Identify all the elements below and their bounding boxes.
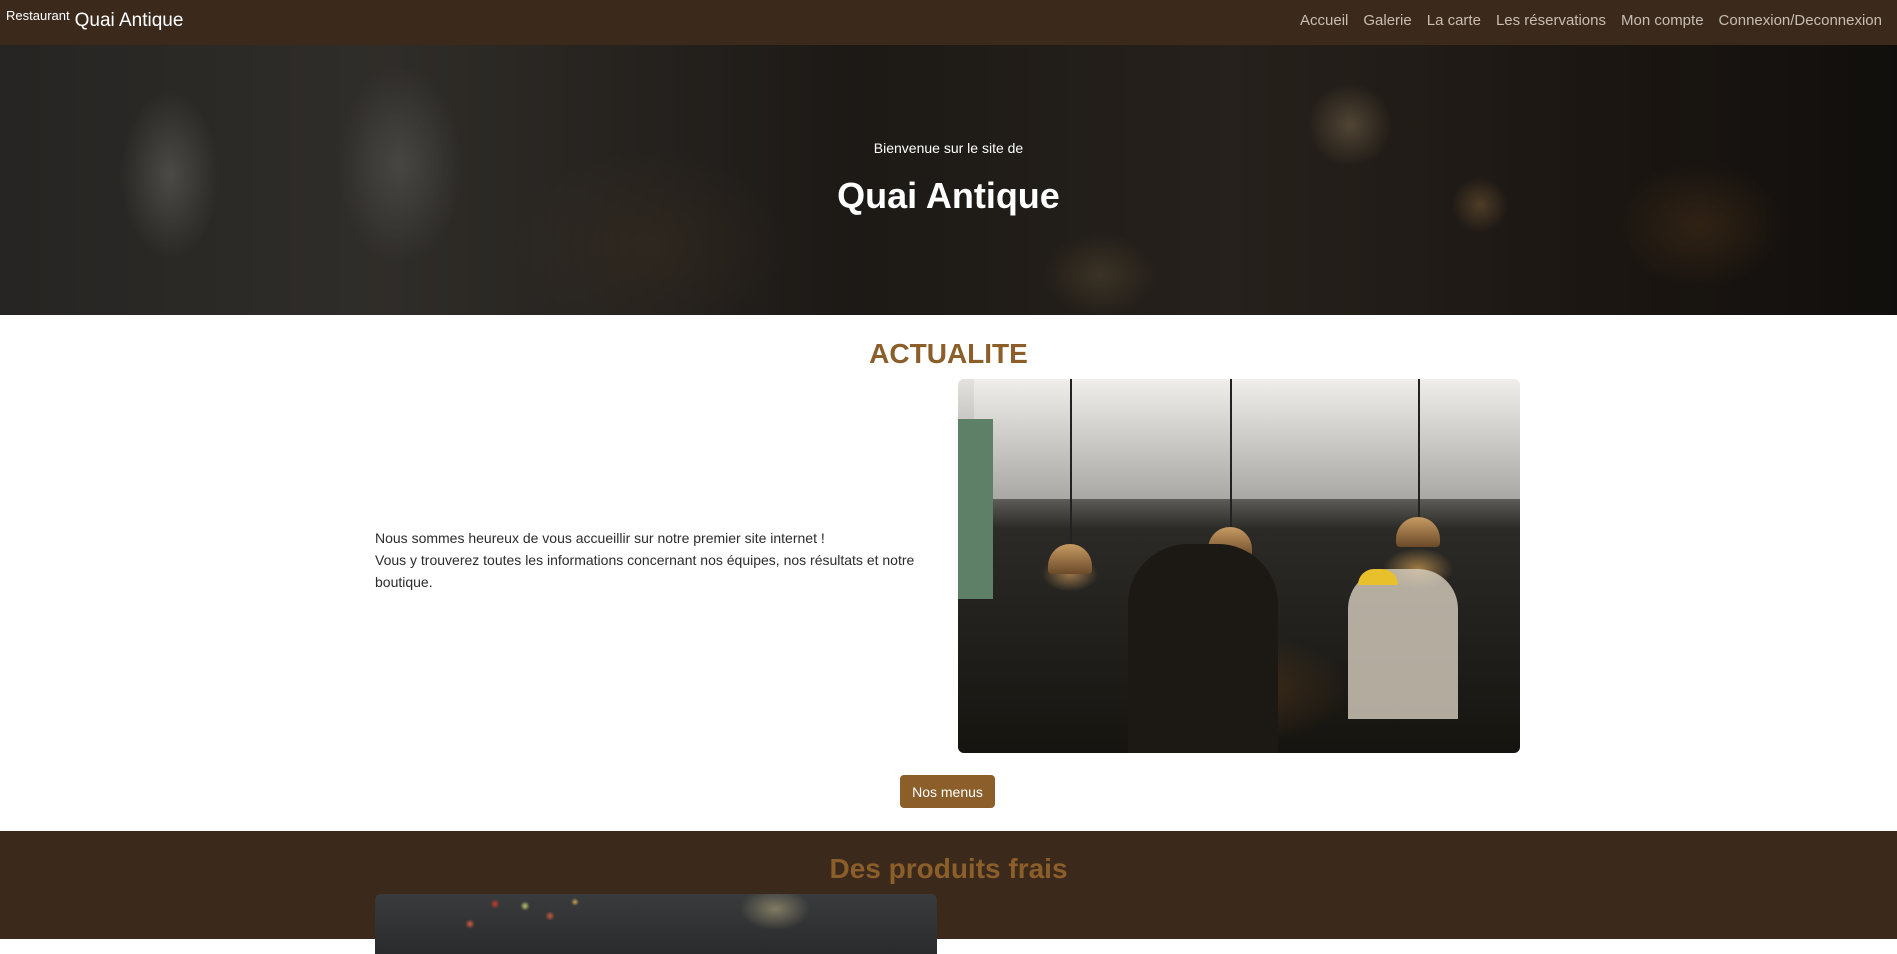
kitchen-wall	[958, 419, 993, 599]
hero-banner: Bienvenue sur le site de Quai Antique	[0, 45, 1897, 315]
fresh-produce-photo	[375, 894, 937, 954]
brand-prefix: Restaurant	[6, 8, 70, 23]
navbar: Restaurant Quai Antique Accueil Galerie …	[0, 0, 1897, 45]
nav-link-connexion[interactable]: Connexion/Deconnexion	[1719, 12, 1882, 29]
kitchen-photo	[958, 379, 1520, 753]
kitchen-hood	[974, 379, 1520, 499]
nos-menus-button[interactable]: Nos menus	[900, 775, 995, 808]
brand-name: Quai Antique	[74, 10, 184, 31]
hero-subtitle: Bienvenue sur le site de	[873, 140, 1024, 156]
nav-link-reservations[interactable]: Les réservations	[1496, 12, 1606, 29]
actualite-text: Nous sommes heureux de vous accueillir s…	[375, 527, 945, 593]
actualite-text-line: Vous y trouverez toutes les informations…	[375, 552, 915, 590]
lamp-cord	[1070, 379, 1072, 544]
nav-link-la-carte[interactable]: La carte	[1427, 12, 1481, 29]
lamp-cord	[1418, 379, 1420, 519]
chef-figure	[1348, 569, 1458, 719]
hero-title: Quai Antique	[837, 175, 1060, 216]
lamp-icon	[1048, 544, 1092, 574]
actualite-text-line: Nous sommes heureux de vous accueillir s…	[375, 530, 825, 546]
chef-silhouette	[1128, 544, 1278, 753]
nav-link-galerie[interactable]: Galerie	[1363, 12, 1411, 29]
brand-link[interactable]: Restaurant Quai Antique	[6, 0, 183, 45]
nav-link-mon-compte[interactable]: Mon compte	[1621, 12, 1704, 29]
nav-link-accueil[interactable]: Accueil	[1300, 12, 1348, 29]
produits-section: Des produits frais	[0, 831, 1897, 954]
lamp-icon	[1396, 517, 1440, 547]
lamp-cord	[1230, 379, 1232, 529]
actualite-heading: ACTUALITE	[869, 338, 1028, 369]
produits-heading: Des produits frais	[829, 853, 1068, 884]
nav-menu: Accueil Galerie La carte Les réservation…	[1285, 0, 1882, 40]
